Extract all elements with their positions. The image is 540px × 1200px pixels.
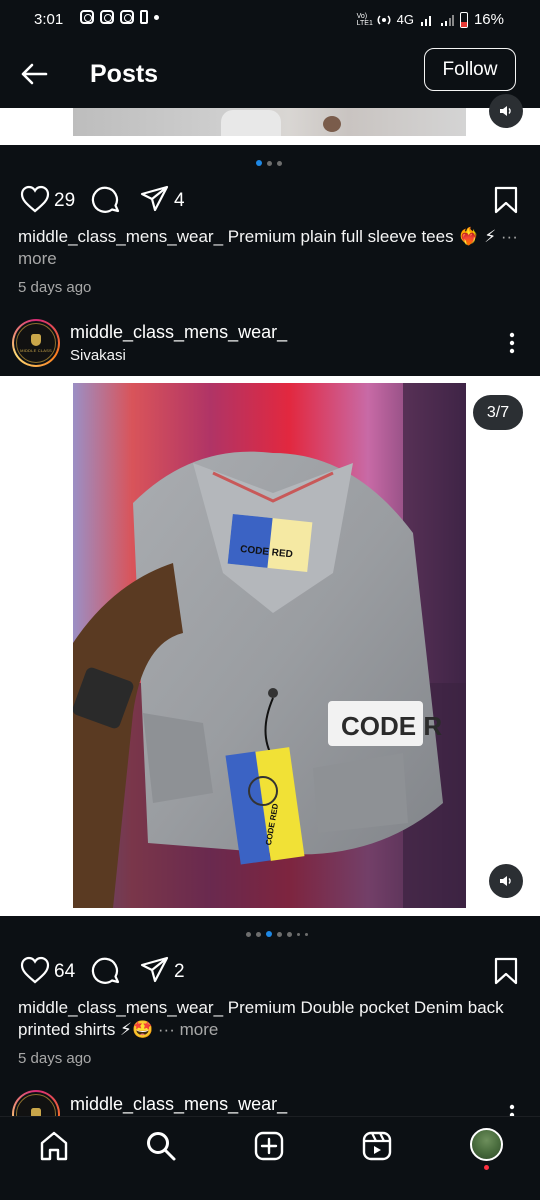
page-title: Posts [90, 60, 159, 88]
signal-icon [420, 15, 431, 26]
carousel-dot [287, 931, 292, 937]
carousel-dot [277, 160, 282, 166]
post-2-media[interactable]: CODE RED CODE R CODE RED 3/7 [0, 376, 540, 916]
share-count[interactable]: 4 [174, 190, 185, 212]
post-2-header: MIDDLE CLASS middle_class_mens_wear_ Siv… [0, 310, 540, 374]
more-options-icon[interactable] [508, 1104, 516, 1116]
back-arrow-icon[interactable] [18, 58, 50, 90]
share-paper-plane-icon[interactable] [140, 185, 170, 213]
brand-crest-icon [31, 333, 41, 346]
caption-text: Premium plain full sleeve tees ❤️‍🔥 ⚡ [223, 227, 497, 246]
post-2-timestamp: 5 days ago [18, 1050, 92, 1067]
share-count[interactable]: 2 [174, 961, 185, 983]
battery-percent: 16% [473, 11, 504, 28]
like-count[interactable]: 64 [54, 961, 75, 983]
post-1-caption[interactable]: middle_class_mens_wear_ Premium plain fu… [18, 226, 518, 270]
battery-icon [459, 11, 468, 28]
profile-avatar[interactable] [470, 1128, 503, 1161]
post-photo-shirt: CODE RED CODE R CODE RED [73, 383, 466, 908]
sound-toggle-icon[interactable] [489, 94, 523, 128]
post-2-footer: 64 2 middle_class_mens_wear_ Premium Dou… [0, 916, 540, 1086]
previous-post-photo [73, 108, 466, 136]
carousel-dot [305, 932, 308, 936]
bottom-navigation [0, 1116, 540, 1200]
caption-more-link[interactable]: ··· more [158, 1020, 218, 1039]
signal-icon-2 [440, 14, 454, 26]
avatar[interactable]: MIDDLE CLASS [12, 319, 60, 367]
search-icon[interactable] [144, 1129, 178, 1163]
system-icons: Vo) LTE1 4G 16% [357, 11, 504, 28]
like-heart-icon[interactable] [20, 956, 50, 984]
save-bookmark-icon[interactable] [494, 186, 518, 214]
carousel-dot [246, 931, 251, 937]
instagram-notification-icon [100, 10, 114, 24]
hotspot-icon [377, 14, 391, 25]
like-count[interactable]: 29 [54, 190, 75, 212]
shirt-photo-illustration: CODE RED CODE R CODE RED [73, 383, 466, 908]
post-1-actions: 29 4 [0, 181, 540, 221]
caption-username[interactable]: middle_class_mens_wear_ [18, 998, 223, 1017]
caption-username[interactable]: middle_class_mens_wear_ [18, 227, 223, 246]
create-icon[interactable] [252, 1129, 286, 1163]
volte-indicator: Vo) LTE1 [356, 12, 373, 27]
post-3-header: middle_class_mens_wear_ [0, 1086, 540, 1116]
notification-icons [80, 10, 159, 24]
post-username[interactable]: middle_class_mens_wear_ [70, 322, 287, 343]
more-options-icon[interactable] [508, 332, 516, 354]
share-paper-plane-icon[interactable] [140, 956, 170, 984]
follow-button[interactable]: Follow [424, 48, 516, 91]
carousel-dot [267, 160, 272, 166]
battery-alert-icon [140, 10, 148, 24]
instagram-notification-icon [80, 10, 94, 24]
status-bar: 3:01 Vo) LTE1 4G 16% [0, 0, 540, 40]
status-time: 3:01 [34, 11, 64, 28]
profile-notification-dot [484, 1165, 489, 1170]
network-type: 4G [396, 12, 414, 27]
brand-crest-icon [31, 1108, 41, 1116]
carousel-counter-badge: 3/7 [473, 395, 523, 430]
comment-bubble-icon[interactable] [90, 184, 122, 216]
carousel-dot [297, 932, 300, 936]
avatar-brand-text: MIDDLE CLASS [20, 347, 52, 353]
carousel-dot-active [256, 160, 262, 166]
sound-toggle-icon[interactable] [489, 864, 523, 898]
carousel-dot [256, 931, 261, 937]
carousel-indicator [246, 931, 308, 937]
post-2-actions: 64 2 [0, 952, 540, 992]
post-2-caption[interactable]: middle_class_mens_wear_ Premium Double p… [18, 997, 518, 1041]
post-location[interactable]: Sivakasi [70, 347, 126, 364]
carousel-dot [277, 931, 282, 937]
post-username[interactable]: middle_class_mens_wear_ [70, 1094, 287, 1115]
previous-post-media[interactable] [0, 94, 540, 145]
carousel-indicator [256, 160, 282, 166]
post-1-timestamp: 5 days ago [18, 279, 92, 296]
like-heart-icon[interactable] [20, 185, 50, 213]
carousel-dot-active [266, 931, 272, 937]
home-icon[interactable] [37, 1129, 71, 1163]
top-bar: Posts Follow [0, 40, 540, 108]
reels-icon[interactable] [360, 1129, 394, 1163]
post-1-footer: 29 4 middle_class_mens_wear_ Premium pla… [0, 145, 540, 310]
avatar[interactable] [12, 1090, 60, 1116]
save-bookmark-icon[interactable] [494, 957, 518, 985]
instagram-notification-icon [120, 10, 134, 24]
comment-bubble-icon[interactable] [90, 955, 122, 987]
shirt-print-label: CODE R [341, 711, 442, 741]
more-notifications-icon [154, 14, 159, 20]
